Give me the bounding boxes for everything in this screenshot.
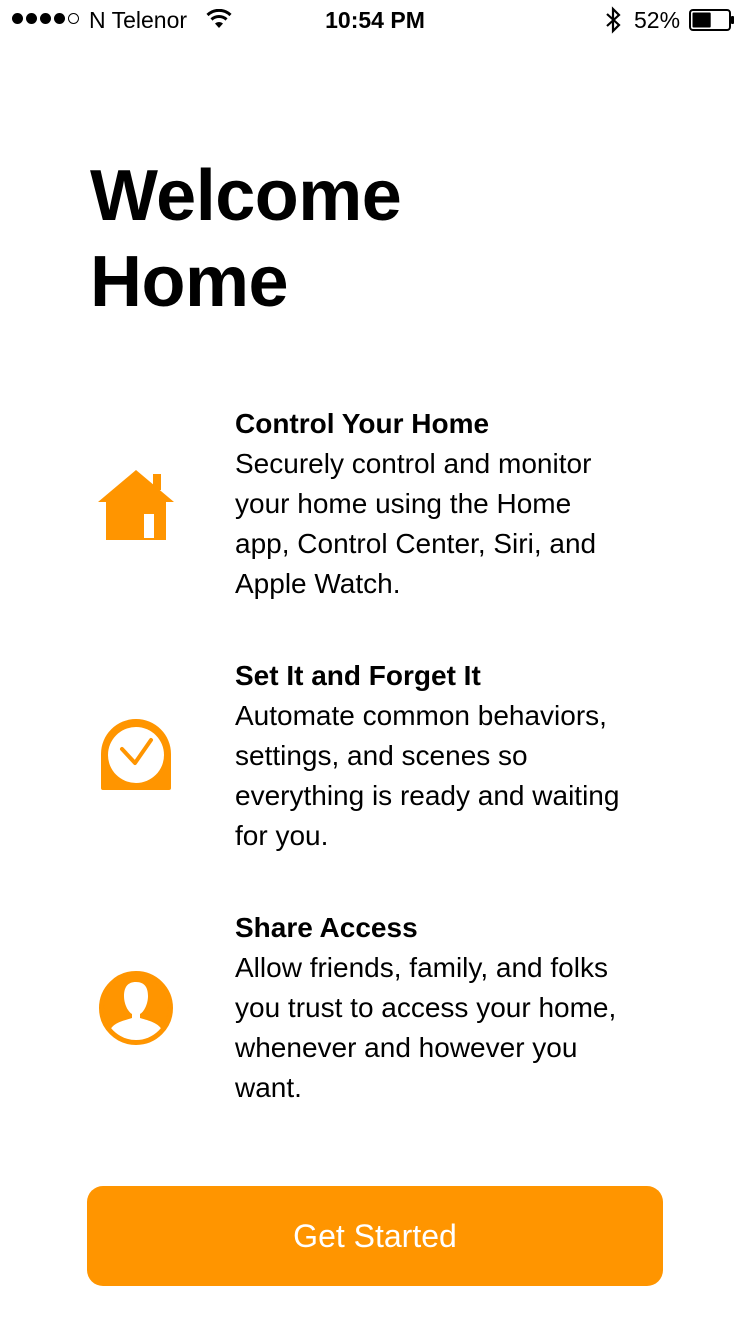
feature-description: Automate common behaviors, settings, and… xyxy=(235,700,620,851)
bluetooth-icon xyxy=(606,6,621,34)
battery-percent: 52% xyxy=(634,7,681,33)
person-icon xyxy=(99,971,173,1045)
get-started-button[interactable]: Get Started xyxy=(87,1186,663,1286)
clock-icon xyxy=(101,719,171,790)
status-bar: N Telenor 10:54 PM 52% xyxy=(0,0,750,40)
house-icon xyxy=(98,470,174,540)
feature-title: Set It and Forget It xyxy=(235,660,481,691)
battery-icon xyxy=(689,9,734,31)
feature-description: Allow friends, family, and folks you tru… xyxy=(235,952,617,1103)
feature-title: Share Access xyxy=(235,912,418,943)
feature-text: Set It and Forget It Automate common beh… xyxy=(235,656,705,856)
feature-title: Control Your Home xyxy=(235,408,490,439)
title-line-1: Welcome xyxy=(90,156,402,236)
feature-text: Control Your Home Securely control and m… xyxy=(235,404,705,604)
feature-description: Securely control and monitor your home u… xyxy=(235,448,597,599)
title-line-2: Home xyxy=(90,242,289,322)
page-title: Welcome Home xyxy=(90,153,402,325)
feature-text: Share Access Allow friends, family, and … xyxy=(235,908,705,1108)
